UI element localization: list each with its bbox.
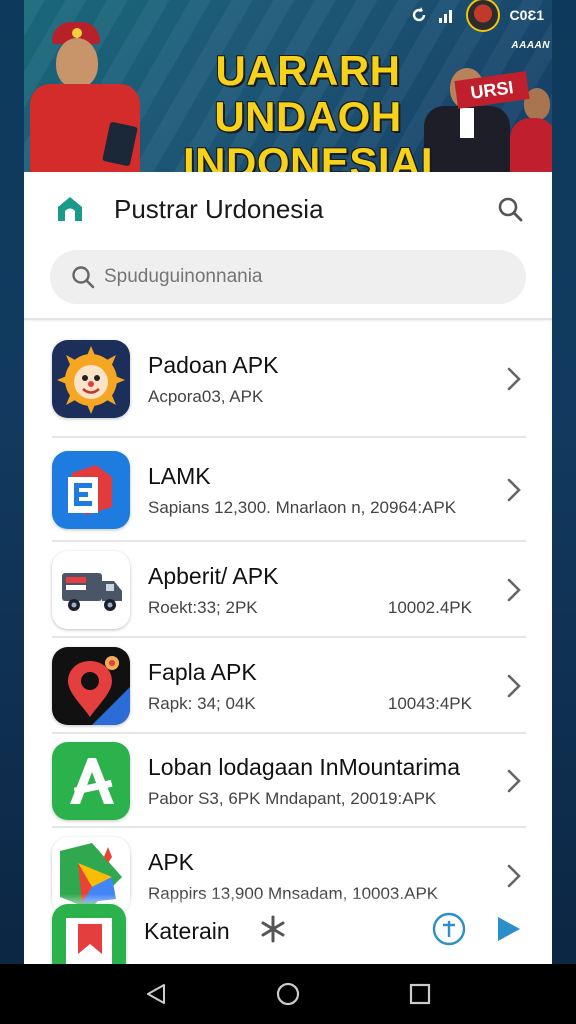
page-title: Pustrar Urdonesia — [114, 193, 324, 224]
chevron-right-icon[interactable] — [502, 861, 526, 891]
home-circle-icon[interactable] — [273, 979, 303, 1009]
app-size: 10043:4PK — [387, 693, 472, 713]
app-screen: URSI UARARH UNDAOH INDONESIAI C0Ɛ1 AAAAN… — [24, 0, 552, 964]
app-info: Padoan APK Acpora03, APK — [148, 352, 502, 407]
a-letter-icon — [52, 742, 130, 820]
play-icon[interactable] — [494, 914, 524, 944]
bookmark-icon[interactable] — [52, 904, 126, 964]
banner-corner-text: AAAAN — [511, 40, 550, 51]
app-size — [472, 498, 502, 518]
app-details: Acpora03, APK — [148, 386, 264, 406]
app-meta: Acpora03, APK — [148, 387, 502, 407]
asterisk-icon[interactable] — [258, 914, 288, 944]
banner-title-line2: INDONESIAI — [182, 139, 434, 173]
recent-apps-icon[interactable] — [405, 979, 435, 1009]
app-header: Pustrar Urdonesia — [24, 172, 552, 246]
app-row[interactable]: Padoan APK Acpora03, APK — [24, 320, 552, 438]
chevron-right-icon[interactable] — [502, 575, 526, 605]
app-details: Pabor S3, 6PK Mndapant, 20019:APK — [148, 788, 437, 808]
chevron-right-icon[interactable] — [502, 364, 526, 394]
background-left — [0, 0, 24, 1024]
banner-title: UARARH UNDAOH INDONESIAI — [118, 47, 498, 173]
party-logo-icon — [465, 0, 500, 32]
app-name: LAMK — [148, 462, 211, 489]
truck-icon — [52, 551, 130, 629]
sun-face-icon — [52, 340, 130, 418]
background-right — [552, 0, 576, 1024]
app-row[interactable]: LAMK Sapians 12,300. Mnarlaon n, 20964:A… — [24, 438, 552, 542]
banner-title-line1: UARARH UNDAOH — [214, 47, 402, 140]
upload-circle-icon[interactable] — [432, 912, 466, 946]
chevron-right-icon[interactable] — [502, 475, 526, 505]
app-details: Rapk: 34; 04K — [148, 693, 256, 713]
app-size — [472, 387, 502, 407]
e-letter-icon — [52, 451, 130, 529]
app-row[interactable]: Fapla APK Rapk: 34; 04K 10043:4PK — [24, 638, 552, 734]
partial-app-name: Katerain — [144, 917, 230, 944]
app-meta: Pabor S3, 6PK Mndapant, 20019:APK — [148, 789, 502, 809]
search-input[interactable] — [104, 266, 508, 288]
app-meta: Roekt:33; 2PK 10002.4PK — [148, 598, 502, 618]
chevron-right-icon[interactable] — [502, 671, 526, 701]
search-field-icon — [68, 262, 98, 292]
app-details: Roekt:33; 2PK — [148, 597, 258, 617]
app-name: Apberit/ APK — [148, 562, 279, 589]
chevron-right-icon[interactable] — [502, 766, 526, 796]
home-icon[interactable] — [52, 191, 88, 227]
bottom-action-bar: Katerain — [24, 894, 552, 964]
app-name: Loban lodagaan InMountarima — [148, 753, 461, 780]
status-text: C0Ɛ1 — [509, 7, 544, 23]
app-size: 10002.4PK — [387, 597, 472, 617]
map-pin-icon — [52, 647, 130, 725]
app-info: Loban lodagaan InMountarima Pabor S3, 6P… — [148, 754, 502, 809]
system-nav-bar — [0, 964, 576, 1024]
app-row[interactable]: Apberit/ APK Roekt:33; 2PK 10002.4PK — [24, 542, 552, 638]
back-icon[interactable] — [141, 979, 171, 1009]
app-info: Fapla APK Rapk: 34; 04K 10043:4PK — [148, 659, 502, 714]
refresh-icon — [410, 6, 428, 24]
app-meta: Sapians 12,300. Mnarlaon n, 20964:APK — [148, 498, 502, 518]
app-list: Padoan APK Acpora03, APK LAMK Sapians 12… — [24, 320, 552, 924]
app-size — [472, 789, 502, 809]
app-meta: Rapk: 34; 04K 10043:4PK — [148, 694, 502, 714]
search-section — [24, 246, 552, 318]
promo-banner[interactable]: URSI UARARH UNDAOH INDONESIAI C0Ɛ1 AAAAN — [24, 0, 552, 172]
signal-icon — [438, 6, 456, 24]
app-info: LAMK Sapians 12,300. Mnarlaon n, 20964:A… — [148, 463, 502, 518]
app-info: Apberit/ APK Roekt:33; 2PK 10002.4PK — [148, 563, 502, 618]
app-name: APK — [148, 848, 195, 875]
app-details: Sapians 12,300. Mnarlaon n, 20964:APK — [148, 497, 457, 517]
search-bar[interactable] — [50, 250, 526, 304]
status-bar: C0Ɛ1 — [410, 0, 544, 32]
app-row[interactable]: Loban lodagaan InMountarima Pabor S3, 6P… — [24, 734, 552, 828]
app-name: Padoan APK — [148, 351, 279, 378]
search-icon[interactable] — [494, 193, 526, 225]
app-name: Fapla APK — [148, 658, 257, 685]
